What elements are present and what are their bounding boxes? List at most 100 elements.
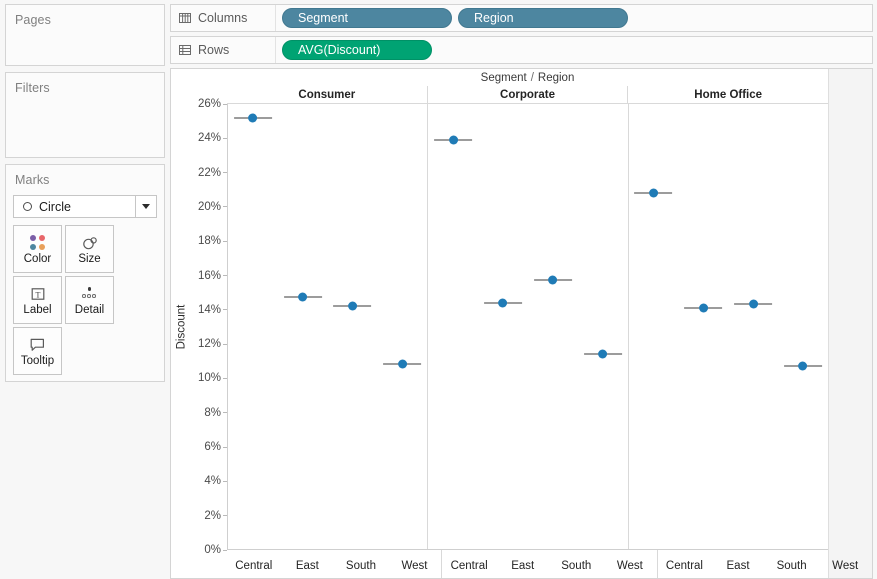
columns-shelf-slot[interactable]: Segment Region	[276, 5, 872, 31]
data-point-mark[interactable]	[578, 349, 628, 359]
data-point-mark[interactable]	[728, 299, 778, 309]
label-icon: T	[30, 284, 46, 304]
data-point-mark[interactable]	[678, 303, 728, 313]
y-axis[interactable]: 26% 24% 22% 20% 18% 16% 14% 12% 10% 8% 6% 4% 2% 0%	[189, 98, 227, 556]
x-axis-label[interactable]: East	[711, 556, 765, 572]
x-axis-label[interactable]: South	[549, 556, 603, 572]
circle-mark[interactable]	[248, 113, 258, 123]
mark-type-select[interactable]: Circle	[13, 195, 157, 218]
circle-mark[interactable]	[748, 299, 758, 309]
x-axis-label[interactable]: East	[281, 556, 335, 572]
y-axis-tick: 12%	[198, 338, 227, 350]
column-title-separator: /	[530, 71, 534, 84]
y-axis-tick: 4%	[204, 475, 227, 487]
circle-mark[interactable]	[498, 298, 508, 308]
columns-icon	[179, 13, 191, 23]
circle-mark[interactable]	[298, 292, 308, 302]
marks-color-label: Color	[23, 252, 52, 265]
pages-card[interactable]: Pages	[5, 4, 165, 66]
chevron-down-icon	[142, 204, 150, 209]
data-point-mark[interactable]	[778, 361, 828, 371]
pill-avg-discount[interactable]: AVG(Discount)	[282, 40, 432, 60]
columns-shelf-label: Columns	[198, 11, 248, 25]
x-axis-label[interactable]: South	[334, 556, 388, 572]
circle-mark[interactable]	[798, 361, 808, 371]
rows-shelf-slot[interactable]: AVG(Discount)	[276, 37, 872, 63]
data-point-mark[interactable]	[428, 135, 478, 145]
rows-shelf[interactable]: Rows AVG(Discount)	[170, 36, 873, 64]
marks-detail-label: Detail	[74, 303, 105, 316]
data-point-mark[interactable]	[478, 298, 528, 308]
marks-size-button[interactable]: Size	[65, 225, 114, 273]
circle-mark[interactable]	[698, 303, 708, 313]
marks-label-label: Label	[23, 303, 52, 316]
chart-pane	[627, 104, 828, 549]
y-axis-tick: 24%	[198, 132, 227, 144]
y-axis-tick: 20%	[198, 201, 227, 213]
x-axis-pane: Central East South West	[441, 550, 656, 578]
region-column	[728, 104, 778, 549]
marks-detail-button[interactable]: Detail	[65, 276, 114, 324]
region-column	[678, 104, 728, 549]
detail-icon	[81, 284, 98, 304]
pill-region[interactable]: Region	[458, 8, 628, 28]
x-axis-label[interactable]: South	[765, 556, 819, 572]
rows-shelf-label: Rows	[198, 43, 230, 57]
circle-mark[interactable]	[448, 135, 458, 145]
pill-segment[interactable]: Segment	[282, 8, 452, 28]
circle-mark[interactable]	[649, 188, 659, 198]
circle-icon	[23, 202, 32, 211]
y-axis-tick: 18%	[198, 235, 227, 247]
mark-type-label: Circle	[39, 199, 71, 214]
right-gutter	[828, 69, 872, 578]
segment-header[interactable]: Home Office	[627, 86, 828, 103]
y-axis-tick: 2%	[204, 510, 227, 522]
region-column	[328, 104, 378, 549]
y-axis-tick: 22%	[198, 167, 227, 179]
plot-area: Discount 26% 24% 22% 20% 18% 16% 14% 12% 10% 8% 6%…	[171, 98, 828, 578]
data-point-mark[interactable]	[629, 188, 679, 198]
tooltip-icon	[29, 335, 46, 355]
y-axis-title-text: Discount	[175, 304, 187, 350]
circle-mark[interactable]	[348, 301, 358, 311]
color-dots-icon	[30, 233, 45, 253]
data-point-mark[interactable]	[328, 301, 378, 311]
data-point-mark[interactable]	[278, 292, 328, 302]
x-axis-label[interactable]: East	[496, 556, 550, 572]
marks-color-button[interactable]: Color	[13, 225, 62, 273]
x-axis-label[interactable]: West	[388, 556, 442, 572]
y-axis-tick: 10%	[198, 372, 227, 384]
x-axis-label[interactable]: Central	[442, 556, 496, 572]
marks-card: Marks Circle Color Size T Label Detail T…	[5, 164, 165, 382]
y-axis-title: Discount	[173, 104, 189, 550]
region-column	[528, 104, 578, 549]
filters-card[interactable]: Filters	[5, 72, 165, 158]
circle-mark[interactable]	[548, 275, 558, 285]
circle-mark[interactable]	[598, 349, 608, 359]
x-axis-label[interactable]: West	[603, 556, 657, 572]
chart-panes	[227, 104, 828, 550]
marks-tooltip-button[interactable]: Tooltip	[13, 327, 62, 375]
marks-label-button[interactable]: T Label	[13, 276, 62, 324]
visualization-area[interactable]: Segment / Region Consumer Corporate Home O…	[170, 68, 873, 579]
mark-type-dropdown-button[interactable]	[135, 196, 156, 217]
region-column	[377, 104, 427, 549]
data-point-mark[interactable]	[377, 359, 427, 369]
region-column	[629, 104, 679, 549]
segment-header[interactable]: Consumer	[227, 86, 427, 103]
circle-mark[interactable]	[397, 359, 407, 369]
tableau-worksheet: Pages Filters Marks Circle Color Size T …	[0, 0, 877, 579]
columns-shelf[interactable]: Columns Segment Region	[170, 4, 873, 32]
segment-header[interactable]: Corporate	[426, 86, 628, 103]
data-point-mark[interactable]	[528, 275, 578, 285]
x-axis-label[interactable]: Central	[658, 556, 712, 572]
region-column	[478, 104, 528, 549]
data-point-mark[interactable]	[228, 113, 278, 123]
x-axis-label[interactable]: Central	[227, 556, 281, 572]
y-axis-tick: 0%	[204, 544, 227, 556]
x-axis-label[interactable]: West	[818, 556, 872, 572]
left-panel: Pages Filters Marks Circle Color Size T …	[0, 0, 169, 579]
region-column	[578, 104, 628, 549]
marks-tooltip-label: Tooltip	[20, 354, 55, 367]
rows-icon	[179, 45, 191, 55]
